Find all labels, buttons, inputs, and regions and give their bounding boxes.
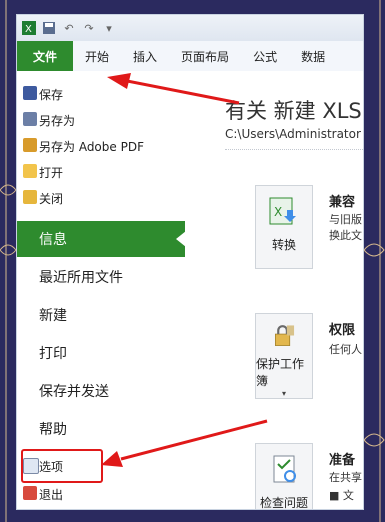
arrow-head-icon <box>101 451 123 467</box>
annotation-arrows <box>101 73 268 467</box>
excel-window: X ↶ ↷ ▾ 文件 开始 插入 页面布局 公式 数据 保存 另存为 另存为 A… <box>16 14 364 510</box>
arrow-head-icon <box>107 73 131 89</box>
